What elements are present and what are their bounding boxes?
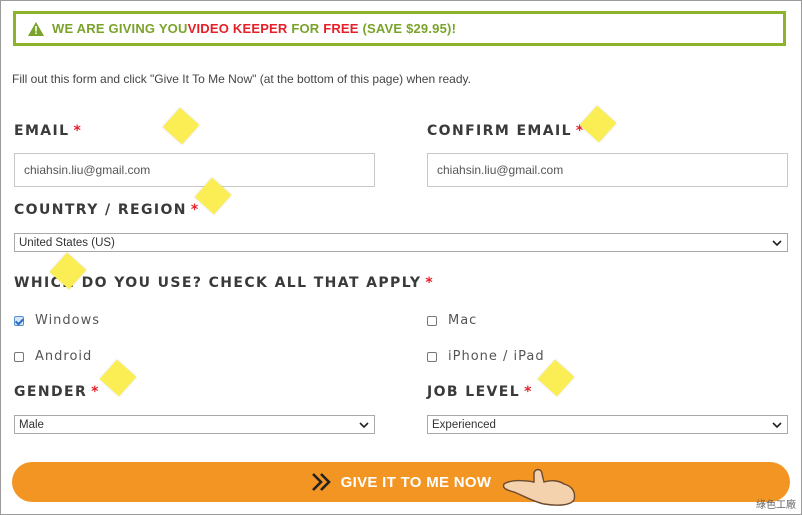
checkbox-android-box[interactable] (14, 351, 24, 362)
job-level-label: JOB LEVEL * (427, 384, 533, 400)
banner-text-2: FOR (287, 21, 324, 36)
checkbox-mac[interactable]: Mac (427, 313, 477, 328)
promo-banner: WE ARE GIVING YOU VIDEO KEEPER FOR FREE … (13, 11, 786, 46)
warning-icon (28, 21, 44, 36)
intro-text: Fill out this form and click "Give It To… (12, 72, 471, 86)
country-select[interactable]: United States (US) (14, 233, 788, 252)
checkbox-iphone-box[interactable] (427, 351, 437, 362)
confirm-email-field[interactable] (427, 153, 788, 187)
chevron-down-icon (359, 421, 369, 428)
required-mark: * (73, 123, 83, 139)
gender-label-text: GENDER (14, 384, 88, 400)
checkbox-windows-label: Windows (35, 313, 101, 328)
banner-save: (SAVE $29.95)! (358, 21, 457, 36)
confirm-email-label: CONFIRM EMAIL * (427, 123, 585, 139)
watermark-text: 綠色工廠 (756, 500, 796, 511)
double-chevron-right-icon (311, 473, 331, 491)
required-mark: * (425, 275, 435, 291)
checkbox-iphone[interactable]: iPhone / iPad (427, 349, 545, 364)
checkbox-iphone-label: iPhone / iPad (448, 349, 545, 364)
checkbox-windows[interactable]: Windows (14, 313, 100, 328)
email-label: EMAIL * (14, 123, 82, 139)
pointing-hand-icon (502, 468, 576, 506)
job-level-select[interactable]: Experienced (427, 415, 788, 434)
chevron-down-icon (772, 239, 782, 246)
required-mark: * (190, 202, 200, 218)
banner-product: VIDEO KEEPER (187, 21, 288, 36)
required-mark: * (524, 384, 533, 400)
gender-select[interactable]: Male (14, 415, 375, 434)
confirm-email-label-text: CONFIRM EMAIL (427, 123, 572, 139)
checkbox-mac-box[interactable] (427, 315, 437, 326)
job-level-select-value: Experienced (432, 418, 496, 431)
checkbox-windows-box[interactable] (14, 315, 24, 326)
country-label: COUNTRY / REGION * (14, 202, 200, 218)
banner-text-1: WE ARE GIVING YOU (52, 21, 188, 36)
cta-label: GIVE IT TO ME NOW (340, 473, 492, 491)
job-level-label-text: JOB LEVEL (427, 384, 521, 400)
banner-free: FREE (323, 21, 359, 36)
chevron-down-icon (772, 421, 782, 428)
checkbox-android[interactable]: Android (14, 349, 92, 364)
email-field[interactable] (14, 153, 375, 187)
gender-select-value: Male (19, 418, 44, 431)
email-label-text: EMAIL (14, 123, 70, 139)
checkbox-android-label: Android (35, 349, 93, 364)
country-label-text: COUNTRY / REGION (14, 202, 187, 218)
checkbox-mac-label: Mac (448, 313, 478, 328)
required-mark: * (91, 384, 100, 400)
give-it-to-me-now-button[interactable]: GIVE IT TO ME NOW (12, 462, 790, 502)
country-select-value: United States (US) (19, 236, 115, 249)
gender-label: GENDER * (14, 384, 100, 400)
